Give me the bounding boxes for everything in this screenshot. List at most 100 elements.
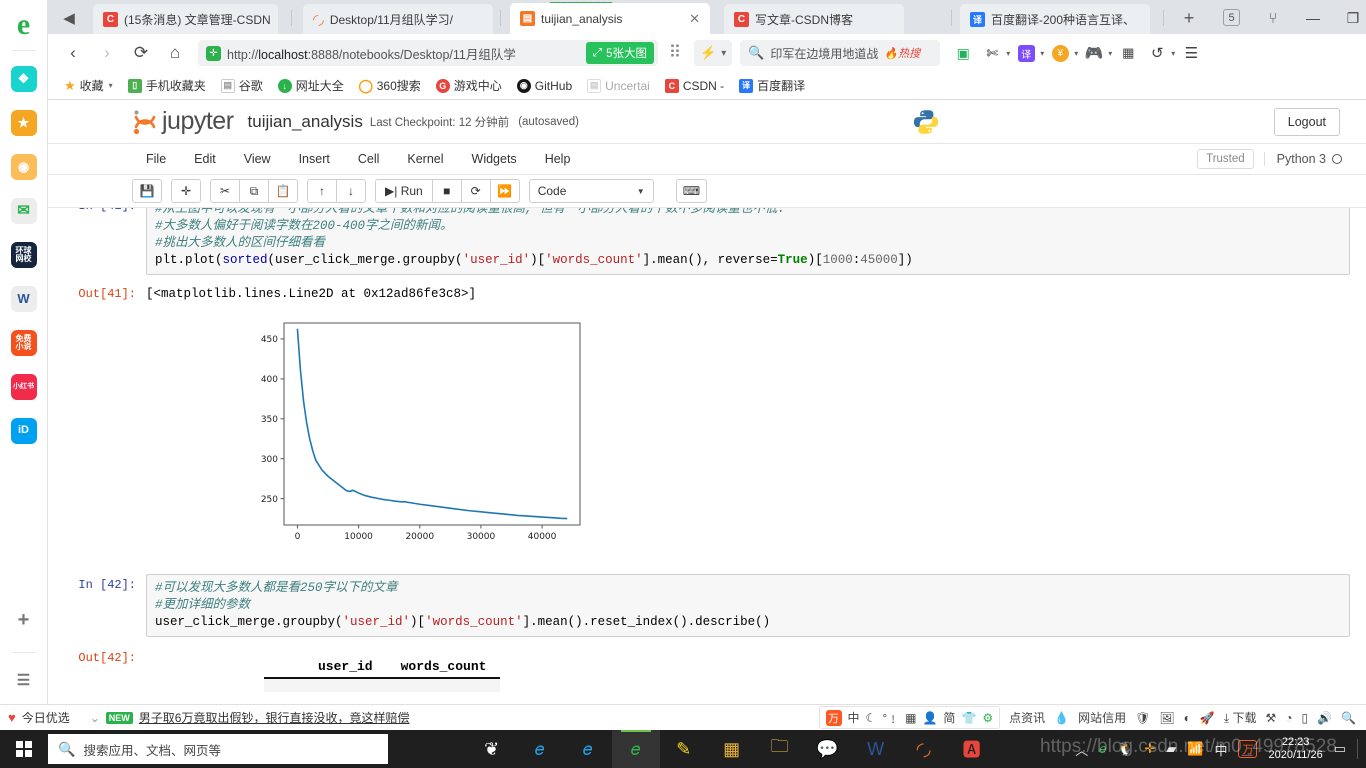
extension-group[interactable]: ⚡ ▾ [694,40,733,66]
move-cell-down-button[interactable]: ↓ [336,179,366,203]
list-app-icon[interactable]: ☰ [11,668,37,694]
menu-widgets[interactable]: Widgets [458,152,531,166]
keyboard-icon[interactable]: ▦ [905,711,916,725]
code-cell-41[interactable]: In [41]: #从上图中可以发现有一小部分人看的文章个数和对应的阅读量很高,… [48,208,1366,275]
browser-tab-3[interactable]: C 写文章-CSDN博客 [724,4,904,34]
chevron-down-icon[interactable]: ▾ [1006,49,1010,58]
translate-icon[interactable]: 译 [1013,40,1039,66]
cell-type-select[interactable]: Code ▼ [528,179,654,203]
run-button[interactable]: ▶| Run [375,179,433,203]
paste-cell-button[interactable]: 📋 [268,179,298,203]
speed-icon[interactable]: ◐ [1184,711,1191,725]
bookmark-phone[interactable]: ▯ 手机收藏夹 [122,75,212,96]
jupyter-app-icon[interactable]: ◜◞ [900,730,948,768]
shirt-icon[interactable]: 👕 [961,711,976,725]
clover-app-icon[interactable]: ❖ [10,66,37,92]
screenshot-icon[interactable]: 🖼 [1159,711,1174,725]
menu-icon[interactable]: ☰ [1178,40,1204,66]
menu-edit[interactable]: Edit [180,152,230,166]
shield-icon[interactable]: 🛡 [1135,711,1150,725]
code-cell-42[interactable]: In [42]: #可以发现大多数人都是看250字以下的文章 #更加详细的参数 … [48,574,1366,637]
global-app-icon[interactable]: 环球 网校 [10,242,37,268]
gear-icon[interactable]: ⚙ [982,711,993,725]
taskbar-search-input[interactable]: 搜索应用、文档、网页等 [83,740,221,759]
ime-mode[interactable]: 简 [943,709,955,726]
bookmark-google[interactable]: ▤ 谷歌 [215,75,269,96]
menu-cell[interactable]: Cell [344,152,394,166]
wifi-tray-icon[interactable]: 📶 [1187,741,1203,757]
menu-file[interactable]: File [132,152,180,166]
tab-list-icon[interactable]: ⑂ [1260,6,1286,30]
chevron-down-icon[interactable]: ▾ [1040,49,1044,58]
history-icon[interactable]: ↺ [1144,40,1170,66]
chevron-down-icon[interactable]: ⌄ [90,711,100,725]
cell-editor[interactable]: #从上图中可以发现有一小部分人看的文章个数和对应的阅读量很高, 但有一小部分人看… [146,208,1350,275]
chevron-down-icon[interactable]: ▾ [109,81,113,90]
search-box[interactable]: 🔍 印军在边境用地道战 🔥热搜 [740,40,941,66]
chevron-down-icon[interactable]: ▾ [721,48,726,59]
copy-cell-button[interactable]: ⧉ [239,179,269,203]
menu-insert[interactable]: Insert [285,152,344,166]
word-app-icon[interactable]: W [852,730,900,768]
reload-icon[interactable]: ⟳ [124,38,158,68]
menu-help[interactable]: Help [531,152,585,166]
browser-app-icon[interactable]: 𝑒 [611,730,660,768]
download-label[interactable]: ⤓ 下载 [1224,709,1257,726]
home-icon[interactable]: ⌂ [158,38,192,68]
news-source-label[interactable]: 点资讯 [1009,709,1045,726]
notebook-title[interactable]: tuijian_analysis [248,112,363,132]
bookmark-hao123[interactable]: ↓ 网址大全 [272,75,350,96]
ime-tray-label[interactable]: 中 [1214,740,1227,759]
bookmark-uncertainty[interactable]: ▤ Uncertai [581,77,656,95]
apps-icon[interactable]: ▦ [1115,40,1141,66]
game-icon[interactable]: 🎮 [1081,40,1107,66]
xiaohongshu-app-icon[interactable]: 小红书 [10,374,37,400]
interrupt-kernel-button[interactable]: ■ [431,179,462,203]
cut-cell-button[interactable]: ✂ [210,179,240,203]
image-count-pill[interactable]: ⤢ 5张大图 [585,42,654,64]
chevron-down-icon[interactable]: ▾ [1074,49,1078,58]
taskbar-search[interactable]: 🔍 搜索应用、文档、网页等 [48,734,388,764]
browser-tab-0[interactable]: C (15条消息) 文章管理-CSDN [93,4,278,34]
ime-tray-icon[interactable]: 万 [1238,740,1258,758]
user-icon[interactable]: 👤 [922,711,937,725]
browser-tab-1[interactable]: ◜◞ Desktop/11月组队学习/ [303,4,493,34]
chevron-down-icon[interactable]: ▾ [1171,49,1175,58]
back-icon[interactable]: ‹ [56,38,90,68]
jupyter-logo[interactable]: jupyter [132,107,234,136]
scissors-icon[interactable]: ✄ [979,40,1005,66]
favorites-app-icon[interactable]: ★ [10,110,37,136]
move-cell-up-button[interactable]: ↑ [307,179,337,203]
tab-nav-icon[interactable]: ◀ [56,6,82,30]
site-credit-label[interactable]: 网站信用 [1078,709,1126,726]
search-icon[interactable]: 🔍 [1341,711,1356,725]
maximize-button[interactable]: ❐ [1336,4,1366,32]
qq-tray-icon[interactable]: 🐧 [1117,741,1133,757]
toolbox-icon[interactable]: ⚒ [1265,711,1276,725]
voice-icon[interactable]: °﹗ [882,709,899,726]
weibo-app-icon[interactable]: ◉ [10,154,37,180]
show-hidden-icons-icon[interactable]: ︿ [1075,740,1088,759]
grid-icon[interactable]: ⠿ [658,38,692,68]
minimize-button[interactable]: — [1296,4,1330,32]
security-tray-icon[interactable]: ✛ [1144,741,1155,757]
wallet-icon[interactable]: ¥ [1047,40,1073,66]
browser-tab-4[interactable]: 译 百度翻译-200种语言互译、 [960,4,1150,34]
moon-icon[interactable]: ☾ [866,711,877,725]
shuffle-app-icon[interactable]: ❦ [468,730,516,768]
start-button[interactable] [0,730,48,768]
acrobat-app-icon[interactable]: 🅰 [948,730,996,768]
bookmark-baidufanyi[interactable]: 译 百度翻译 [733,75,811,96]
new-tab-button[interactable]: + [1176,6,1202,30]
reader-icon[interactable]: ▣ [950,40,976,66]
iqiyi-app-icon[interactable]: iD [10,418,37,444]
edge-app-icon[interactable]: 𝑒 [564,730,612,768]
browser-tab-2[interactable]: ▤ tuijian_analysis ✕ [510,3,710,34]
bookmark-csdn[interactable]: C CSDN - [659,77,730,95]
clean-icon[interactable]: ◔ [1285,711,1292,725]
chevron-down-icon[interactable]: ▾ [1108,49,1112,58]
mail-app-icon[interactable]: ✉ [10,198,37,224]
bookmark-gamecenter[interactable]: G 游戏中心 [430,75,508,96]
notebook-body[interactable]: In [41]: #从上图中可以发现有一小部分人看的文章个数和对应的阅读量很高,… [48,208,1366,708]
save-button[interactable]: 💾 [132,179,162,203]
